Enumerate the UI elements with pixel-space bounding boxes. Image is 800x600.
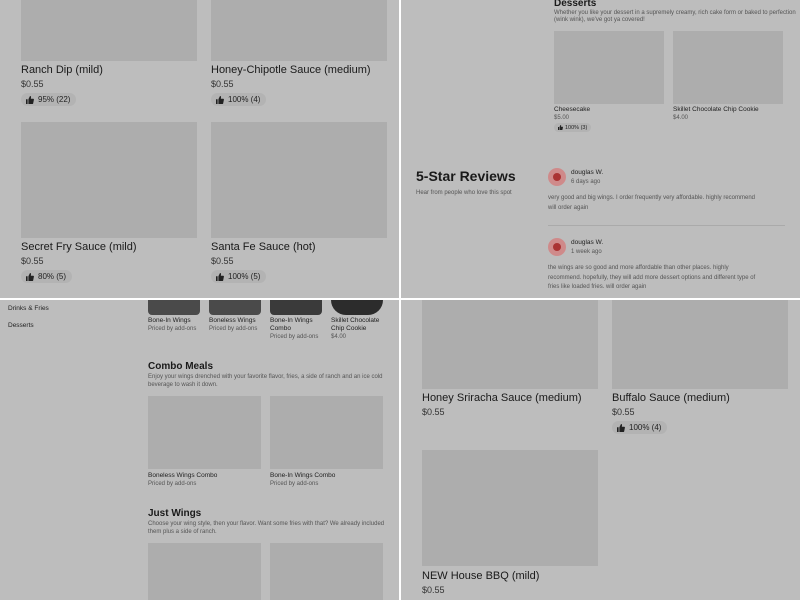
nav-item-desserts[interactable]: Desserts [8, 322, 34, 329]
featured-item-image[interactable] [331, 300, 383, 315]
item-image[interactable] [148, 396, 261, 469]
review-text: recommend. hopefully, they will add more… [548, 275, 756, 281]
featured-item-image[interactable] [148, 300, 200, 315]
item-image[interactable] [422, 300, 598, 389]
featured-item-price: Priced by add-ons [270, 334, 319, 340]
item-image[interactable] [211, 0, 387, 61]
review-author[interactable]: douglas W. [571, 169, 603, 176]
section-description: Choose your wing style, then your flavor… [148, 521, 385, 527]
featured-item-name[interactable]: Skillet Chocolate [331, 317, 379, 324]
rating-badge: 100% (4) [612, 421, 668, 434]
rating-badge: 100% (3) [554, 123, 592, 132]
featured-item-price: Priced by add-ons [148, 326, 197, 332]
rating-text: 100% (5) [228, 272, 261, 281]
item-price: $5.00 [554, 115, 570, 121]
rating-badge: 100% (4) [211, 93, 267, 106]
item-image[interactable] [211, 122, 387, 238]
thumbs-up-icon [216, 272, 224, 281]
rating-badge: 80% (5) [21, 270, 73, 283]
section-title-reviews: 5-Star Reviews [416, 168, 516, 184]
item-price: $0.55 [612, 407, 635, 417]
review-text: will order again [548, 205, 589, 211]
section-description: (wink wink), we've got ya covered! [554, 17, 645, 23]
item-image[interactable] [422, 450, 598, 566]
featured-item-name[interactable]: Combo [270, 325, 291, 332]
section-title-combo: Combo Meals [148, 361, 214, 372]
item-price: Priced by add-ons [148, 481, 197, 487]
thumbs-up-icon [558, 125, 563, 130]
rating-text: 100% (3) [565, 124, 588, 131]
featured-item-name[interactable]: Boneless Wings [209, 317, 256, 324]
rating-badge: 100% (5) [211, 270, 267, 283]
item-price: $0.55 [21, 256, 44, 266]
thumbs-up-icon [617, 423, 625, 432]
section-title-desserts: Desserts [554, 0, 597, 9]
section-description: beverage to wash it down. [148, 382, 218, 388]
item-image[interactable] [21, 122, 197, 238]
featured-item-price: Priced by add-ons [209, 326, 258, 332]
item-name[interactable]: NEW House BBQ (mild) [422, 570, 539, 582]
featured-item-image[interactable] [209, 300, 261, 315]
tomato-avatar-icon [548, 168, 566, 186]
vertical-divider [399, 0, 401, 600]
item-name[interactable]: Honey-Chipotle Sauce (medium) [211, 64, 371, 76]
item-name[interactable]: Bone-In Wings Combo [270, 472, 335, 479]
item-image[interactable] [21, 0, 197, 61]
section-description: Enjoy your wings drenched with your favo… [148, 374, 383, 380]
item-name[interactable]: Buffalo Sauce (medium) [612, 392, 730, 404]
item-price: $0.55 [422, 407, 445, 417]
item-price: $0.55 [422, 585, 445, 595]
featured-item-image[interactable] [270, 300, 322, 315]
item-image[interactable] [673, 31, 783, 104]
thumbs-up-icon [26, 95, 34, 104]
item-name[interactable]: Boneless Wings Combo [148, 472, 217, 479]
rating-badge: 95% (22) [21, 93, 77, 106]
horizontal-divider [0, 298, 800, 300]
bottom-left-panel: Drinks & Fries Desserts Bone-In Wings Pr… [0, 300, 399, 600]
tomato-avatar-icon [548, 238, 566, 256]
item-image[interactable] [270, 396, 383, 469]
featured-item-name[interactable]: Chip Cookie [331, 325, 366, 332]
rating-text: 95% (22) [38, 95, 71, 104]
review-text: the wings are so good and more affordabl… [548, 265, 729, 271]
section-description: them plus a side of ranch. [148, 529, 217, 535]
section-subtitle: Hear from people who love this spot [416, 190, 512, 196]
item-image[interactable] [148, 543, 261, 600]
top-left-panel: Ranch Dip (mild) $0.55 95% (22) Honey-Ch… [0, 0, 399, 298]
featured-item-price: $4.00 [331, 334, 347, 340]
item-name[interactable]: Skillet Chocolate Chip Cookie [673, 106, 759, 113]
rating-text: 100% (4) [629, 423, 662, 432]
rating-text: 100% (4) [228, 95, 261, 104]
thumbs-up-icon [216, 95, 224, 104]
top-right-panel: Desserts Whether you like your dessert i… [401, 0, 800, 298]
item-price: $0.55 [21, 79, 44, 89]
thumbs-up-icon [26, 272, 34, 281]
review-text: very good and big wings. I order frequen… [548, 195, 756, 201]
item-image[interactable] [554, 31, 664, 104]
divider [548, 225, 785, 226]
item-name[interactable]: Honey Sriracha Sauce (medium) [422, 392, 582, 404]
item-price: $4.00 [673, 115, 689, 121]
item-name[interactable]: Cheesecake [554, 106, 590, 113]
section-description: Whether you like your dessert in a supre… [554, 10, 796, 16]
item-price: $0.55 [211, 256, 234, 266]
review-author[interactable]: douglas W. [571, 239, 603, 246]
item-price: $0.55 [211, 79, 234, 89]
item-price: Priced by add-ons [270, 481, 319, 487]
item-image[interactable] [612, 300, 788, 389]
review-time: 1 week ago [571, 249, 602, 255]
review-time: 6 days ago [571, 179, 601, 185]
item-name[interactable]: Secret Fry Sauce (mild) [21, 241, 137, 253]
featured-item-name[interactable]: Bone-In Wings [148, 317, 191, 324]
rating-text: 80% (5) [38, 272, 67, 281]
item-name[interactable]: Ranch Dip (mild) [21, 64, 103, 76]
featured-item-name[interactable]: Bone-In Wings [270, 317, 313, 324]
bottom-right-panel: Honey Sriracha Sauce (medium) $0.55 Buff… [401, 300, 800, 600]
item-image[interactable] [270, 543, 383, 600]
review-text: fries like loaded fries. will order agai… [548, 284, 647, 290]
section-title-just-wings: Just Wings [148, 508, 202, 519]
item-name[interactable]: Santa Fe Sauce (hot) [211, 241, 316, 253]
nav-item-drinks-fries[interactable]: Drinks & Fries [8, 305, 49, 312]
